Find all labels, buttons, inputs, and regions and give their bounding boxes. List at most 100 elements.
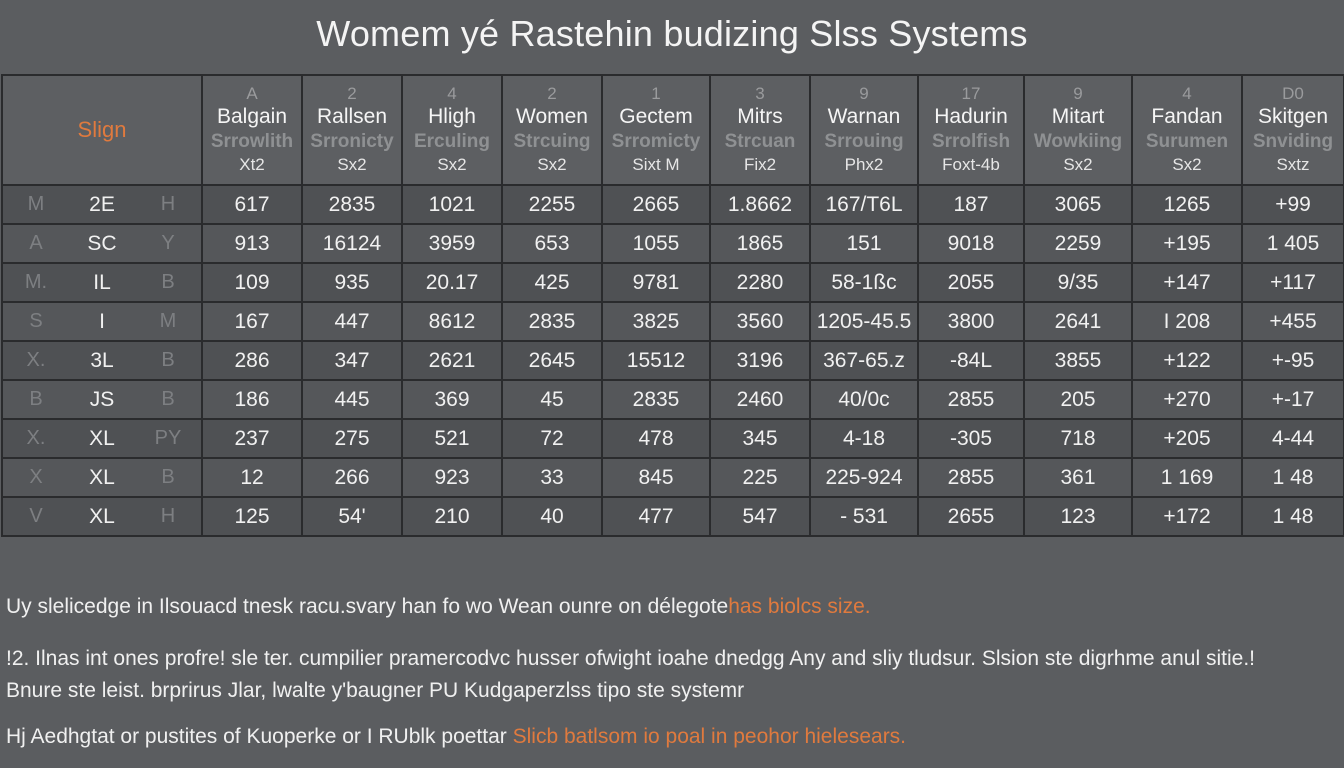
table-cell: 20.17 [401,262,503,303]
table-cell: +117 [1241,262,1344,303]
column-subtitle: Srronicty [310,131,394,152]
table-row: X. XL PY 237 275 521 72 478 345 4-18 -305 718 +205 4-… [1,418,1344,459]
table-cell: 8612 [401,301,503,342]
table-cell: +270 [1131,379,1243,420]
table-cell: 1055 [601,223,711,264]
table-cell: 1 48 [1241,457,1344,498]
column-subtitle: Srromicty [611,131,701,152]
column-name: Mitart [1051,105,1105,128]
table-row: X XL B 12 266 923 33 845 225 225-924 2855 361 1 169 1… [1,457,1344,498]
table-cell: 16124 [301,223,403,264]
table-cell: I 208 [1131,301,1243,342]
size-cell: X. 3L B [1,340,203,381]
table-cell: 1205-45.5 [809,301,919,342]
column-number: 9 [1073,84,1083,103]
table-cell: 266 [301,457,403,498]
size-code-c: H [160,505,176,527]
column-subtitle: Srrowlith [210,131,294,152]
size-cell: A SC Y [1,223,203,264]
size-cell: B JS B [1,379,203,420]
table-cell: 2665 [601,184,711,225]
note-1-highlight: has biolcs size. [728,595,871,618]
table-cell: 225-924 [809,457,919,498]
column-name: Balgain [216,105,288,128]
table-cell: 2641 [1023,301,1133,342]
size-code: 2E [89,192,115,216]
size-cell: M 2E H [1,184,203,225]
note-3: Bnure ste leist. brprirus Jlar, lwalte y… [6,679,745,702]
table-cell: 347 [301,340,403,381]
column-name: Hligh [428,105,476,128]
column-header: 2 Rallsen Srronicty Sx2 [301,74,403,186]
table-cell: 40 [501,496,603,537]
table-cell: 286 [201,340,303,381]
size-code: I [99,309,105,333]
column-unit: Phx2 [844,155,884,174]
table-cell: -84L [917,340,1025,381]
column-header: 3 Mitrs Strcuan Fix2 [709,74,811,186]
column-name: Mitrs [737,105,783,128]
column-name: Warnan [827,105,901,128]
table-cell: 205 [1023,379,1133,420]
size-code: XL [89,504,115,528]
column-unit: Sx2 [1063,155,1093,174]
column-number: 9 [859,84,869,103]
table-row: A SC Y 913 16124 3959 653 1055 1865 151 9018 2259 +1… [1,223,1344,264]
table-cell: 345 [709,418,811,459]
table-row: B JS B 186 445 369 45 2835 2460 40/0c 2855 205 +270 +… [1,379,1344,420]
table-cell: 15512 [601,340,711,381]
column-name: Women [516,105,588,128]
table-cell: 45 [501,379,603,420]
size-cell: SIM [1,301,203,342]
table-cell: 521 [401,418,503,459]
size-code: SC [87,231,117,255]
table-cell: 1865 [709,223,811,264]
table-cell: 9/35 [1023,262,1133,303]
column-subtitle: Erculing [413,131,490,152]
size-code-c: PY [154,427,182,449]
size-code-a: X. [26,427,46,449]
column-header: 9 Mitart Wowkiing Sx2 [1023,74,1133,186]
table-cell: +455 [1241,301,1344,342]
size-cell: X XL B [1,457,203,498]
size-code: JS [89,387,115,411]
table-cell: 225 [709,457,811,498]
table-body: M 2E H 617 2835 1021 2255 2665 1.8662 167/T6L 187 3… [1,184,1344,537]
table-cell: 2835 [501,301,603,342]
size-chart-table: Slign A Balgain Srrowlith Xt2 2 Rallsen Srroni… [1,74,1344,537]
size-code-a: V [29,505,43,527]
size-code-c: B [161,349,175,371]
column-number: 2 [347,84,357,103]
size-code-a: X [29,466,43,488]
note-1-text: Uy slelicedge in Ilsouacd tnesk racu.sva… [6,595,729,618]
size-code-a: S [29,310,43,332]
column-number: 4 [447,84,457,103]
table-row: X. 3L B 286 347 2621 2645 15512 3196 367-65.z -84L… [1,340,1344,381]
table-cell: 547 [709,496,811,537]
table-cell: 2855 [917,457,1025,498]
column-subtitle: Wowkiing [1033,131,1123,152]
table-cell: 2255 [501,184,603,225]
column-number: 4 [1182,84,1192,103]
column-number: D0 [1282,84,1304,103]
table-cell: 237 [201,418,303,459]
column-header: 2 Women Strcuing Sx2 [501,74,603,186]
table-cell: 9781 [601,262,711,303]
table-cell: +-95 [1241,340,1344,381]
table-cell: 125 [201,496,303,537]
table-cell: 2259 [1023,223,1133,264]
table-cell: 275 [301,418,403,459]
table-cell: 186 [201,379,303,420]
column-name: Gectem [619,105,693,128]
table-cell: 40/0c [809,379,919,420]
table-row: V XL H 125 54' 210 40 477 547- 531 2655 123 +172 1 4… [1,496,1344,537]
table-cell: 477 [601,496,711,537]
column-unit: Sxtz [1276,155,1310,174]
note-2: !2. Ilnas int ones profre! sle ter. cump… [6,647,1255,670]
table-cell: +99 [1241,184,1344,225]
column-header: 9 Warnan Srrouing Phx2 [809,74,919,186]
table-cell: 425 [501,262,603,303]
table-cell: +205 [1131,418,1243,459]
table-cell: 58-1ßc [809,262,919,303]
size-code: IL [93,270,111,294]
